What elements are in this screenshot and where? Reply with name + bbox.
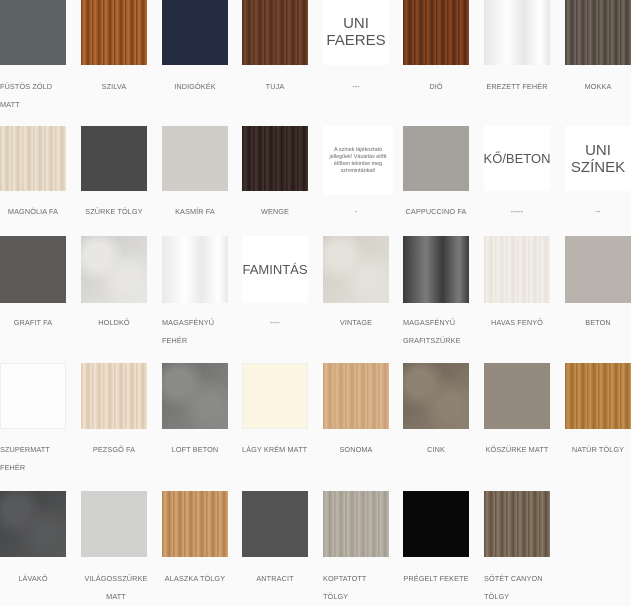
swatch-stone-texture [162, 363, 228, 429]
swatch-label: WENGE [260, 207, 290, 216]
swatch-wood-texture [484, 491, 550, 557]
swatch-color [0, 236, 66, 303]
swatch-label: LÁVAKŐ [18, 574, 48, 583]
swatch-label: SZILVA [101, 82, 127, 91]
swatch-wood-texture [81, 0, 147, 65]
swatch-color [0, 363, 66, 429]
swatch-wood-texture [565, 0, 631, 65]
swatch-wood-texture [323, 363, 389, 429]
swatch-label: CINK [427, 445, 445, 454]
swatch-wood-texture [484, 236, 550, 303]
swatch-color [484, 363, 550, 429]
swatch-label: GRAFIT FA [13, 318, 53, 327]
swatch-label: LOFT BETON [171, 445, 219, 454]
swatch-label: EREZETT FEHÉR [486, 82, 548, 91]
swatch-label: KŐSZÜRKE MATT [485, 445, 549, 454]
swatch-label: BETON [585, 318, 611, 327]
swatch-label: SÖTÉT CANYON TÖLGY [484, 574, 543, 601]
swatch-stone-texture [403, 363, 469, 429]
swatch-label: KOPTATOTT TÖLGY [323, 574, 367, 601]
swatch-label: PRÉGELT FEKETE [403, 574, 469, 583]
swatch-gloss-texture [484, 0, 550, 65]
swatch-label: KASMÍR FA [175, 207, 215, 216]
swatch-label: ALASZKA TÖLGY [164, 574, 226, 583]
swatch-label: INDIGÓKÉK [174, 82, 216, 91]
swatch-color [162, 0, 228, 65]
swatch-label: MOKKA [584, 82, 612, 91]
swatch-category-heading: UNI SZÍNEK [565, 126, 631, 191]
swatch-wood-texture [403, 0, 469, 65]
swatch-color [162, 126, 228, 191]
swatch-label: VINTAGE [339, 318, 373, 327]
swatch-label: MAGNÓLIA FA [7, 207, 59, 216]
swatch-color [403, 126, 469, 191]
swatch-color [0, 0, 66, 65]
swatch-category-heading: FAMINTÁS [242, 236, 308, 303]
swatch-stone-texture [323, 236, 389, 303]
swatch-label: FÜSTÖS ZÖLD MATT [0, 82, 53, 109]
swatch-label: NATÚR TÖLGY [571, 445, 625, 454]
swatch-label: HOLDKŐ [98, 318, 130, 327]
swatch-wood-texture [0, 126, 66, 191]
swatch-color [565, 236, 631, 303]
swatch-label: DIÓ [429, 82, 443, 91]
swatch-color [403, 491, 469, 557]
swatch-category-heading: UNI FAERES [323, 0, 389, 65]
swatch-label: MAGASFÉNYŰ GRAFITSZÜRKE [403, 318, 461, 345]
swatch-stone-texture [0, 491, 66, 557]
swatch-gloss-texture [403, 236, 469, 303]
swatch-color [242, 363, 308, 429]
swatch-label: SONOMA [339, 445, 373, 454]
swatch-wood-texture [242, 0, 308, 65]
swatch-label: SZÜRKE TÖLGY [85, 207, 143, 216]
swatch-color [242, 491, 308, 557]
swatch-color [81, 491, 147, 557]
swatch-label: - [354, 207, 358, 216]
swatch-color [81, 126, 147, 191]
swatch-wood-texture [242, 126, 308, 191]
swatch-label: CAPPUCCINO FA [405, 207, 467, 216]
swatch-label: PEZSGŐ FA [92, 445, 136, 454]
swatch-label: VILÁGOSSZÜRKE MATT [84, 574, 148, 601]
swatch-wood-texture [162, 491, 228, 557]
swatch-label: --- [352, 82, 360, 91]
swatch-label: TUJA [265, 82, 285, 91]
swatch-label: MAGASFÉNYŰ FEHÉR [162, 318, 215, 345]
swatch-category-heading: KŐ/BETON [484, 126, 550, 191]
swatch-wood-texture [323, 491, 389, 557]
swatch-label: ANTRACIT [256, 574, 294, 583]
swatch-wood-texture [81, 363, 147, 429]
swatch-gloss-texture [162, 236, 228, 303]
swatch-label: -- [595, 207, 601, 216]
swatch-stone-texture [81, 236, 147, 303]
color-disclaimer-notice: A színek tájékoztató jellegűek! Vásárlás… [323, 126, 393, 195]
swatch-label: SZUPERMATT FEHÉR [0, 445, 50, 472]
swatch-label: LÁGY KRÉM MATT [242, 445, 308, 454]
swatch-label: ----- [510, 207, 524, 216]
swatch-label: HAVAS FENYŐ [491, 318, 543, 327]
swatch-wood-texture [565, 363, 631, 429]
swatch-label: ---- [269, 318, 281, 327]
